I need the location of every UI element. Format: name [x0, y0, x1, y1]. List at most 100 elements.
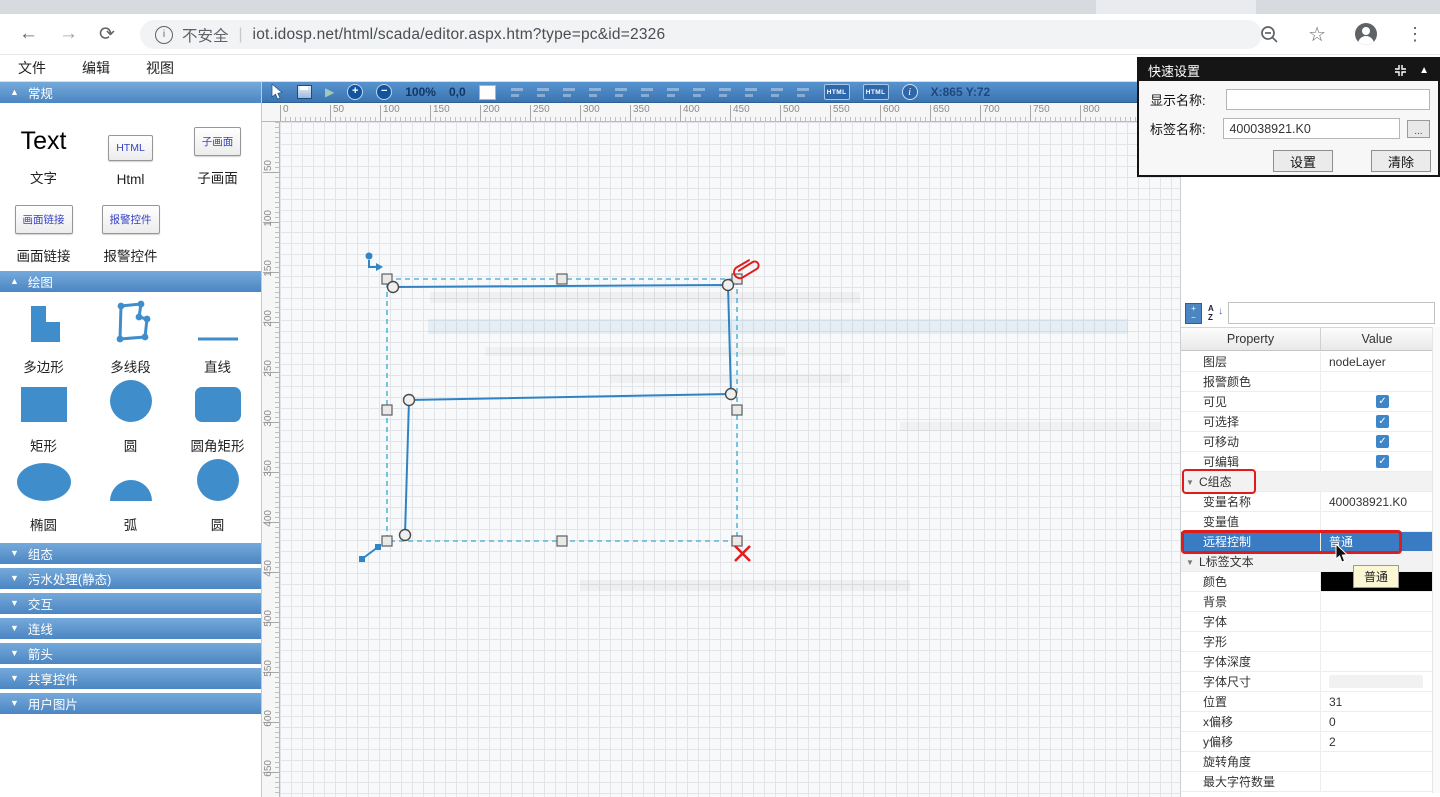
align-icon[interactable]	[717, 86, 733, 99]
property-row[interactable]: 变量名称400038921.K0	[1181, 492, 1433, 512]
property-row[interactable]: 字体尺寸	[1181, 672, 1433, 692]
expand-arrow-icon[interactable]: ▼	[1186, 558, 1194, 567]
palette-item-line[interactable]: 直线	[174, 302, 261, 376]
palette-item-html[interactable]: HTMLHtml	[87, 115, 174, 187]
property-value[interactable]	[1321, 592, 1433, 611]
property-row[interactable]: 图层nodeLayer	[1181, 352, 1433, 372]
bookmark-star-icon[interactable]: ☆	[1308, 22, 1326, 47]
property-row[interactable]: y偏移2	[1181, 732, 1433, 752]
palette-item-ellipse[interactable]: 椭圆	[0, 460, 87, 534]
palette-item-alarm-widget[interactable]: 报警控件报警控件	[87, 193, 174, 265]
property-value[interactable]: ✓	[1321, 392, 1433, 411]
property-row[interactable]: 位置31	[1181, 692, 1433, 712]
property-value[interactable]	[1321, 752, 1433, 771]
display-name-input[interactable]	[1226, 89, 1430, 110]
sidebar-section-8[interactable]: ▼用户图片	[0, 693, 261, 714]
zoom-in-button[interactable]: +	[347, 84, 363, 100]
checkbox-checked-icon[interactable]: ✓	[1376, 455, 1389, 468]
property-column-header[interactable]: Property	[1181, 328, 1321, 350]
property-scroll-gutter[interactable]	[1432, 327, 1440, 793]
checkbox-checked-icon[interactable]: ✓	[1376, 395, 1389, 408]
sidebar-section-6[interactable]: ▼箭头	[0, 643, 261, 664]
profile-avatar[interactable]	[1355, 23, 1377, 45]
align-icon[interactable]	[743, 86, 759, 99]
categorize-icon[interactable]: +−	[1185, 303, 1202, 324]
property-row[interactable]: 字形	[1181, 632, 1433, 652]
address-bar[interactable]: i 不安全 | iot.idosp.net/html/scada/editor.…	[140, 20, 1262, 49]
property-value[interactable]: nodeLayer	[1321, 352, 1433, 371]
palette-item-screen-link[interactable]: 画面链接画面链接	[0, 193, 87, 265]
property-row[interactable]: 字体	[1181, 612, 1433, 632]
property-row[interactable]: 最大字符数量	[1181, 772, 1433, 792]
property-row[interactable]: 可选择✓	[1181, 412, 1433, 432]
property-row[interactable]: 可移动✓	[1181, 432, 1433, 452]
page-info-icon[interactable]: i	[155, 26, 173, 44]
property-value[interactable]: ✓	[1321, 412, 1433, 431]
menu-edit[interactable]: 编辑	[82, 58, 110, 78]
palette-item-subscreen[interactable]: 子画面子画面	[174, 115, 261, 187]
property-value[interactable]: ✓	[1321, 452, 1433, 471]
property-value[interactable]	[1321, 372, 1433, 391]
property-value[interactable]	[1321, 512, 1433, 531]
align-icon[interactable]	[587, 86, 603, 99]
property-row[interactable]: 报警颜色	[1181, 372, 1433, 392]
browse-tags-button[interactable]: ...	[1407, 120, 1430, 138]
sidebar-section-7[interactable]: ▼共享控件	[0, 668, 261, 689]
browser-forward-button[interactable]: →	[59, 14, 78, 54]
align-icon[interactable]	[535, 86, 551, 99]
palette-item-circle[interactable]: 圆	[174, 460, 261, 534]
run-button[interactable]: ▶	[325, 85, 334, 99]
palette-item-text[interactable]: Text文字	[0, 115, 87, 187]
property-filter-input[interactable]	[1228, 302, 1435, 324]
sidebar-section-4[interactable]: ▼交互	[0, 593, 261, 614]
browser-menu-icon[interactable]: ⋮	[1406, 24, 1424, 45]
menu-file[interactable]: 文件	[18, 58, 46, 78]
design-canvas[interactable]	[280, 122, 1180, 797]
export-html-button[interactable]: HTML	[824, 84, 850, 100]
property-row[interactable]: C组态▼	[1181, 472, 1433, 492]
sidebar-section-general[interactable]: ▲ 常规	[0, 82, 261, 103]
zoom-out-page-icon[interactable]	[1260, 25, 1279, 44]
property-row[interactable]: 变量值	[1181, 512, 1433, 532]
sidebar-section-2[interactable]: ▼组态	[0, 543, 261, 564]
align-icon[interactable]	[639, 86, 655, 99]
sort-az-icon[interactable]: AZ↓	[1207, 304, 1223, 323]
expand-arrow-icon[interactable]: ▼	[1186, 478, 1194, 487]
pointer-tool-icon[interactable]	[271, 84, 284, 100]
info-icon[interactable]: i	[902, 84, 918, 100]
property-value[interactable]	[1321, 672, 1433, 691]
browser-refresh-button[interactable]: ⟳	[99, 14, 115, 54]
collapse-panel-icon[interactable]: ▲	[1419, 65, 1429, 76]
align-icon[interactable]	[561, 86, 577, 99]
save-button[interactable]	[297, 85, 312, 99]
property-row[interactable]: 可见✓	[1181, 392, 1433, 412]
checkbox-checked-icon[interactable]: ✓	[1376, 435, 1389, 448]
palette-item-rect[interactable]: 矩形	[0, 381, 87, 455]
property-value[interactable]: ✓	[1321, 432, 1433, 451]
quick-settings-header[interactable]: 快速设置 ▲	[1139, 59, 1438, 81]
checkbox-checked-icon[interactable]: ✓	[1376, 415, 1389, 428]
property-value[interactable]	[1321, 772, 1433, 791]
align-icon[interactable]	[509, 86, 525, 99]
clear-button[interactable]: 清除	[1371, 150, 1431, 172]
sidebar-section-5[interactable]: ▼连线	[0, 618, 261, 639]
canvas-settings-button[interactable]	[479, 85, 496, 100]
palette-item-rounded-rect[interactable]: 圆角矩形	[174, 381, 261, 455]
sidebar-section-draw[interactable]: ▲ 绘图	[0, 271, 261, 292]
palette-item-arc[interactable]: 弧	[87, 460, 174, 534]
menu-view[interactable]: 视图	[146, 58, 174, 78]
property-value[interactable]: 2	[1321, 732, 1433, 751]
align-icon[interactable]	[613, 86, 629, 99]
tag-name-input[interactable]	[1223, 118, 1399, 139]
align-icon[interactable]	[769, 86, 785, 99]
sidebar-section-3[interactable]: ▼污水处理(静态)	[0, 568, 261, 589]
property-value[interactable]: 400038921.K0	[1321, 492, 1433, 511]
align-icon[interactable]	[665, 86, 681, 99]
property-row[interactable]: 背景	[1181, 592, 1433, 612]
selected-polyline-shape[interactable]	[280, 122, 1180, 797]
palette-item-circle[interactable]: 圆	[87, 381, 174, 455]
preview-html-button[interactable]: HTML	[863, 84, 889, 100]
property-row[interactable]: 可编辑✓	[1181, 452, 1433, 472]
property-row[interactable]: 旋转角度	[1181, 752, 1433, 772]
browser-back-button[interactable]: ←	[19, 14, 38, 54]
